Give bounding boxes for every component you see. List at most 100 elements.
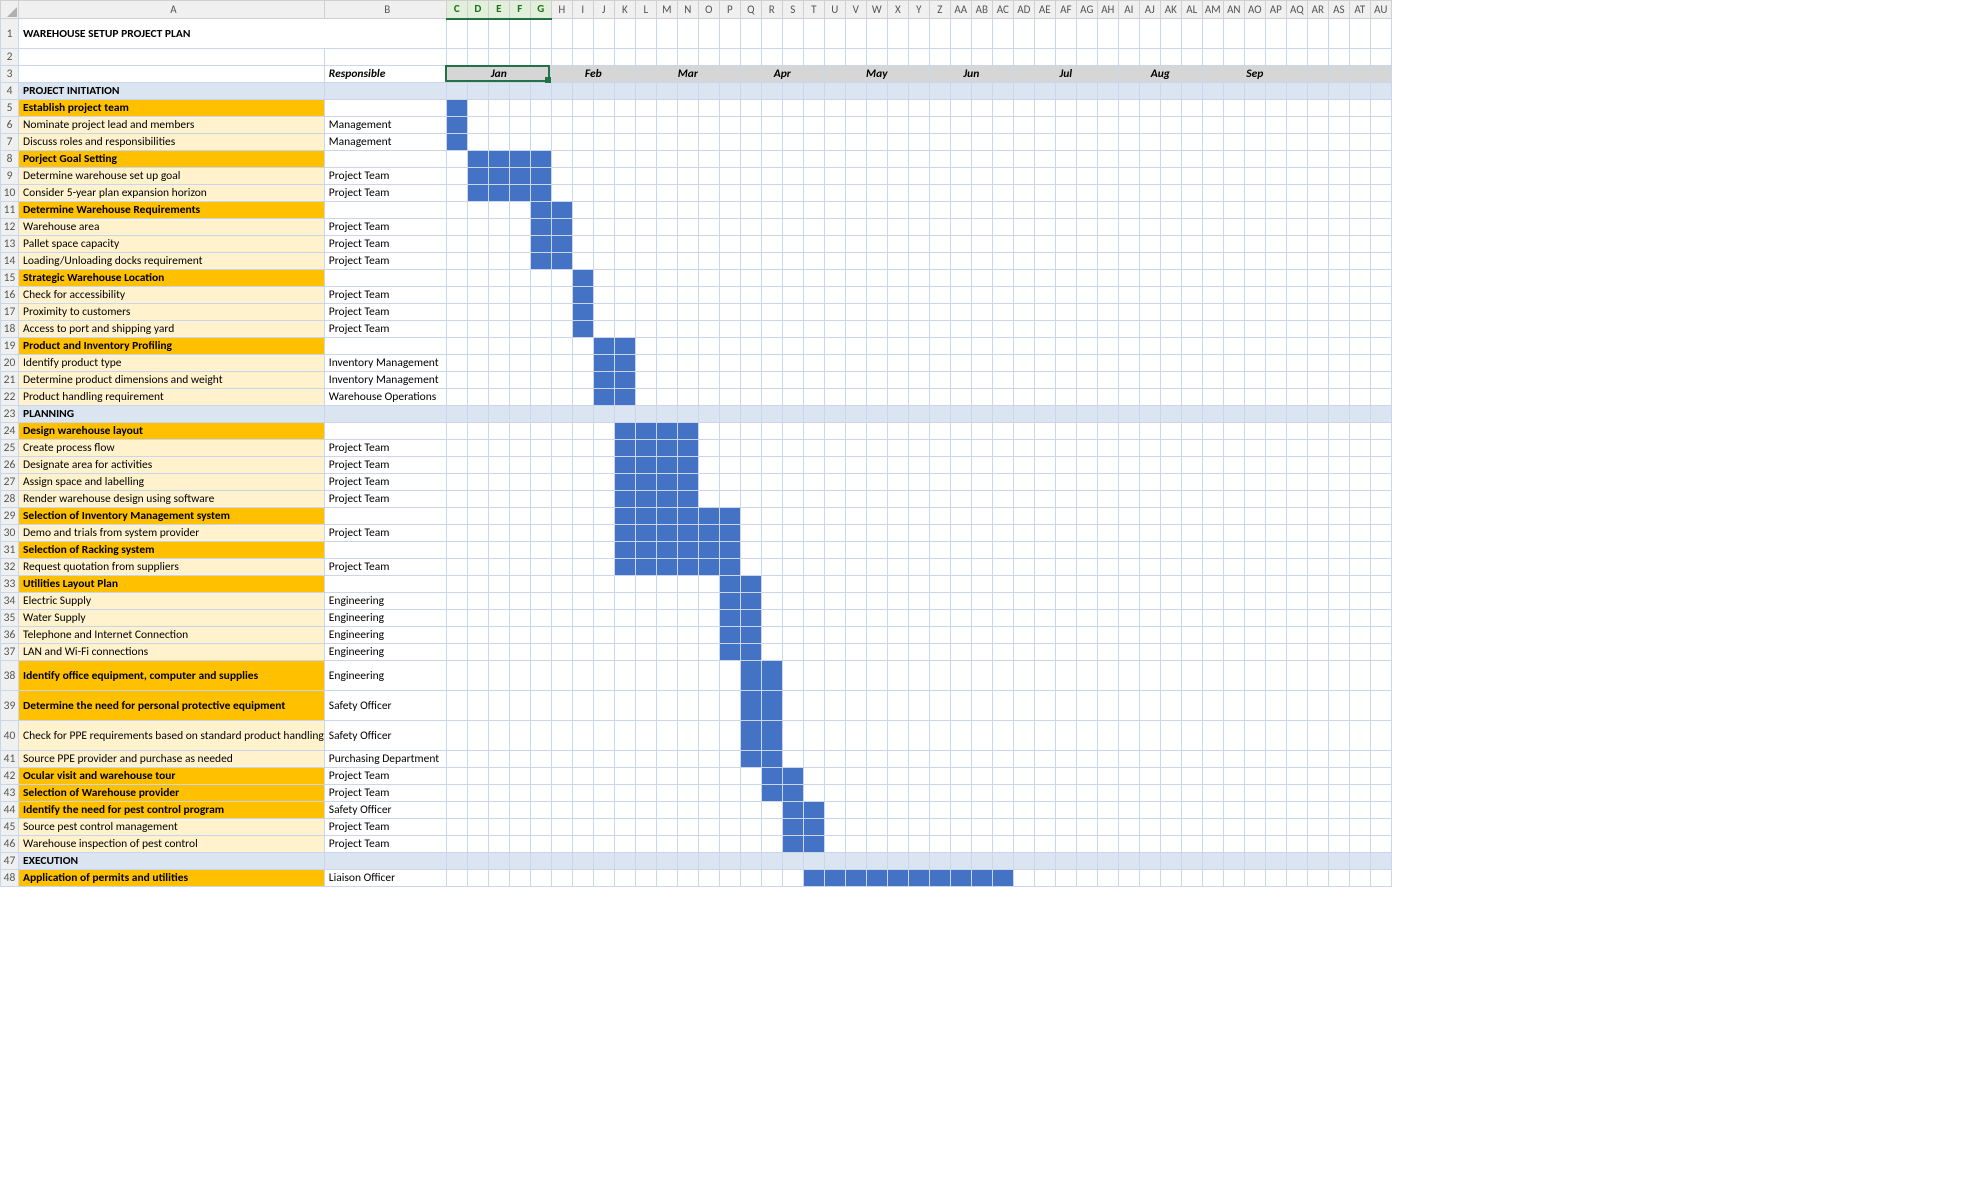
gantt-cell[interactable] [719, 185, 740, 202]
gantt-cell[interactable] [509, 321, 530, 338]
col-header-AI[interactable]: AI [1118, 1, 1139, 19]
gantt-cell[interactable] [509, 870, 530, 887]
gantt-cell[interactable] [1118, 338, 1139, 355]
gantt-cell[interactable] [1349, 321, 1370, 338]
gantt-cell[interactable] [488, 389, 509, 406]
gantt-cell[interactable] [1097, 440, 1118, 457]
gantt-cell[interactable] [866, 117, 887, 134]
gantt-cell[interactable] [509, 423, 530, 440]
cell[interactable] [572, 49, 593, 66]
col-header-AR[interactable]: AR [1307, 1, 1328, 19]
gantt-cell[interactable] [1265, 491, 1286, 508]
gantt-cell[interactable] [635, 423, 656, 440]
gantt-cell[interactable] [1349, 185, 1370, 202]
gantt-cell[interactable] [1265, 185, 1286, 202]
gantt-cell[interactable] [677, 270, 698, 287]
gantt-cell[interactable] [1202, 802, 1223, 819]
gantt-cell[interactable] [1244, 785, 1265, 802]
row-header[interactable]: 40 [1, 721, 19, 751]
gantt-cell[interactable] [1076, 491, 1097, 508]
gantt-cell[interactable] [1181, 559, 1202, 576]
gantt-cell[interactable] [803, 576, 824, 593]
gantt-cell[interactable] [1265, 168, 1286, 185]
gantt-cell[interactable] [1013, 236, 1034, 253]
cell[interactable] [1328, 66, 1349, 83]
responsible-cell[interactable]: Purchasing Department [324, 751, 446, 768]
gantt-cell[interactable] [446, 185, 467, 202]
gantt-cell[interactable] [887, 751, 908, 768]
gantt-cell[interactable] [1118, 644, 1139, 661]
gantt-cell[interactable] [1097, 474, 1118, 491]
gantt-cell[interactable] [614, 236, 635, 253]
gantt-cell[interactable] [950, 236, 971, 253]
gantt-cell[interactable] [1328, 202, 1349, 219]
gantt-cell[interactable] [551, 151, 572, 168]
gantt-cell[interactable] [1328, 491, 1349, 508]
gantt-cell[interactable] [1349, 151, 1370, 168]
gantt-cell[interactable] [803, 287, 824, 304]
gantt-cell[interactable] [488, 457, 509, 474]
gantt-cell[interactable] [467, 236, 488, 253]
gantt-cell[interactable] [782, 100, 803, 117]
gantt-cell[interactable] [656, 525, 677, 542]
col-header-AB[interactable]: AB [971, 1, 992, 19]
gantt-cell[interactable] [1034, 610, 1055, 627]
gantt-cell[interactable] [677, 627, 698, 644]
gantt-cell[interactable] [1076, 768, 1097, 785]
gantt-cell[interactable] [803, 593, 824, 610]
gantt-cell[interactable] [1118, 151, 1139, 168]
gantt-cell[interactable] [761, 751, 782, 768]
gantt-cell[interactable] [1076, 542, 1097, 559]
gantt-cell[interactable] [950, 185, 971, 202]
gantt-cell[interactable] [1160, 389, 1181, 406]
gantt-cell[interactable] [1265, 134, 1286, 151]
gantt-cell[interactable] [887, 83, 908, 100]
gantt-cell[interactable] [530, 610, 551, 627]
responsible-cell[interactable]: Project Team [324, 321, 446, 338]
gantt-cell[interactable] [656, 168, 677, 185]
gantt-cell[interactable] [866, 785, 887, 802]
gantt-cell[interactable] [1286, 117, 1307, 134]
gantt-cell[interactable] [929, 610, 950, 627]
gantt-cell[interactable] [782, 610, 803, 627]
gantt-cell[interactable] [1349, 802, 1370, 819]
gantt-cell[interactable] [593, 691, 614, 721]
gantt-cell[interactable] [1181, 525, 1202, 542]
gantt-cell[interactable] [1076, 593, 1097, 610]
gantt-cell[interactable] [803, 559, 824, 576]
gantt-cell[interactable] [866, 440, 887, 457]
gantt-cell[interactable] [929, 185, 950, 202]
gantt-cell[interactable] [1076, 661, 1097, 691]
gantt-cell[interactable] [908, 610, 929, 627]
group-label[interactable]: Application of permits and utilities [19, 870, 325, 887]
gantt-cell[interactable] [1307, 785, 1328, 802]
responsible-cell[interactable]: Project Team [324, 304, 446, 321]
gantt-cell[interactable] [887, 406, 908, 423]
gantt-cell[interactable] [1034, 576, 1055, 593]
gantt-cell[interactable] [908, 151, 929, 168]
responsible-cell[interactable] [324, 151, 446, 168]
gantt-cell[interactable] [845, 236, 866, 253]
gantt-cell[interactable] [845, 83, 866, 100]
responsible-cell[interactable]: Liaison Officer [324, 870, 446, 887]
responsible-cell[interactable]: Management [324, 117, 446, 134]
gantt-cell[interactable] [1223, 117, 1244, 134]
gantt-cell[interactable] [1160, 202, 1181, 219]
gantt-cell[interactable] [530, 593, 551, 610]
gantt-cell[interactable] [446, 338, 467, 355]
gantt-cell[interactable] [1055, 491, 1076, 508]
gantt-cell[interactable] [488, 117, 509, 134]
gantt-cell[interactable] [656, 721, 677, 751]
cell[interactable] [845, 19, 866, 49]
gantt-cell[interactable] [971, 721, 992, 751]
gantt-cell[interactable] [908, 661, 929, 691]
gantt-cell[interactable] [1286, 338, 1307, 355]
gantt-cell[interactable] [1118, 542, 1139, 559]
gantt-cell[interactable] [656, 185, 677, 202]
responsible-cell[interactable]: Engineering [324, 661, 446, 691]
gantt-cell[interactable] [1034, 83, 1055, 100]
gantt-cell[interactable] [1139, 870, 1160, 887]
task-label[interactable]: Identify product type [19, 355, 325, 372]
responsible-cell[interactable]: Project Team [324, 559, 446, 576]
gantt-cell[interactable] [635, 768, 656, 785]
